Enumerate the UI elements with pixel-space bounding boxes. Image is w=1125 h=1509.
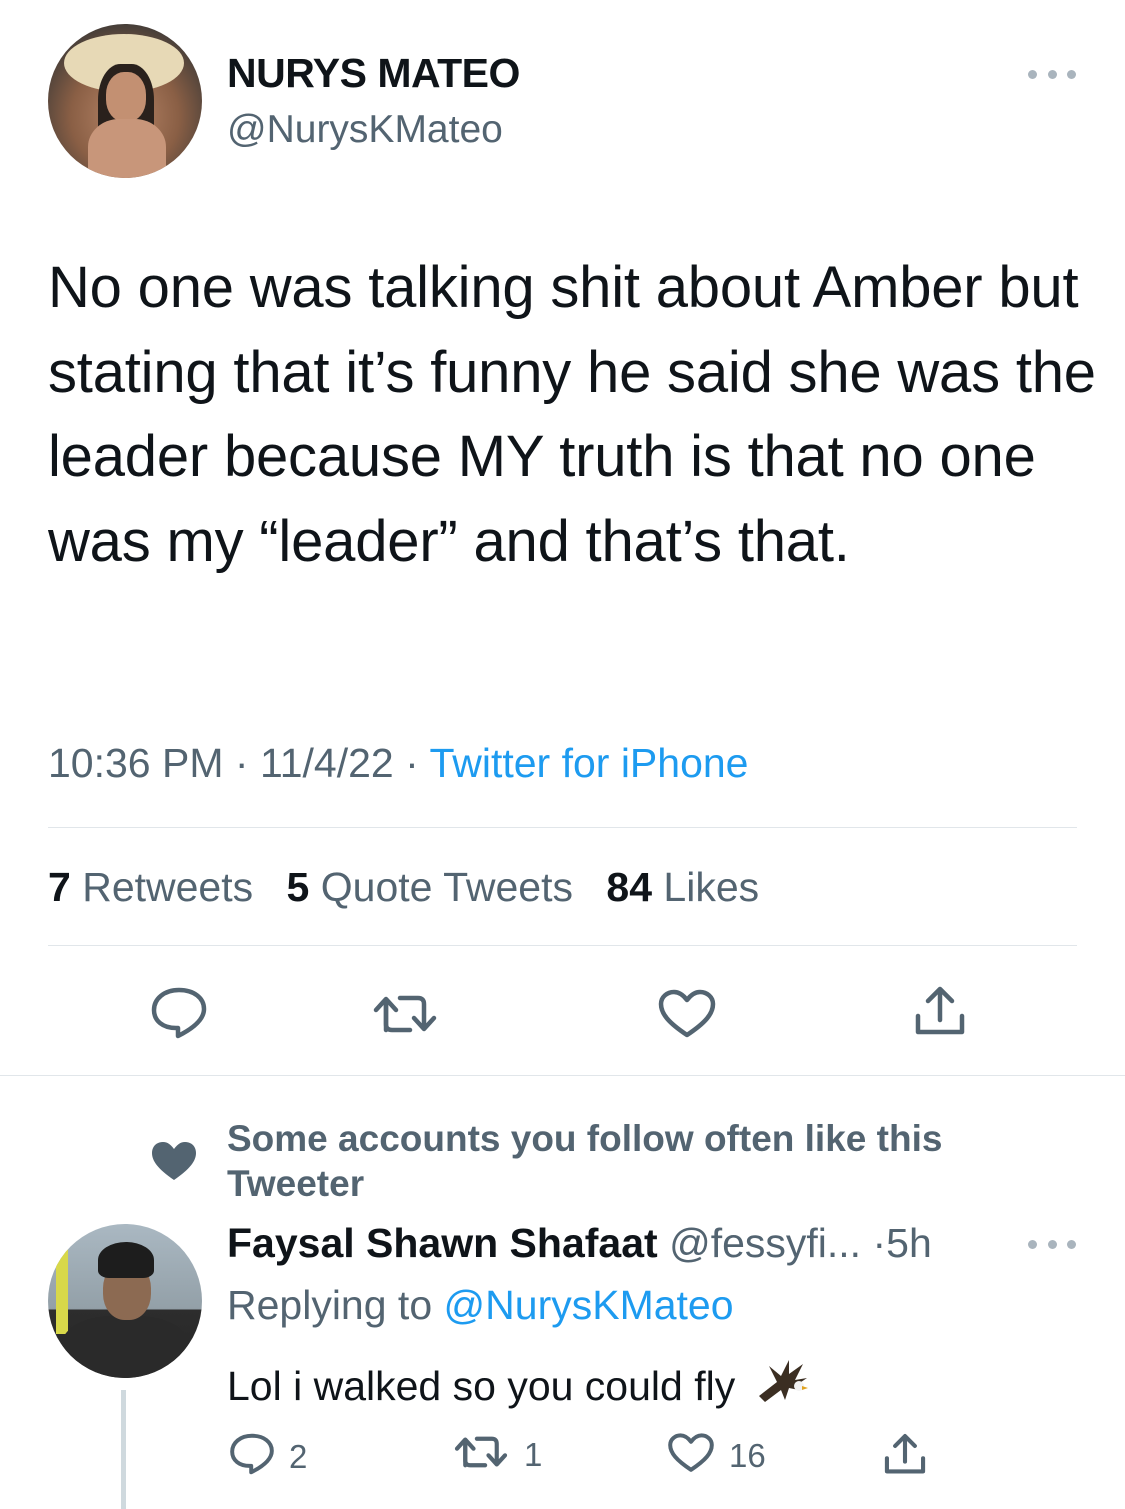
reply-count: 2	[289, 1437, 308, 1475]
like-icon	[667, 1432, 715, 1479]
engagement-stats: 7 Retweets 5 Quote Tweets 84 Likes	[48, 864, 781, 911]
social-context-text: Some accounts you follow often like this…	[227, 1118, 943, 1204]
author-display-name[interactable]: NURYS MATEO	[227, 50, 520, 97]
replying-to-mention[interactable]: @NurysKMateo	[444, 1282, 734, 1328]
tweet-time[interactable]: 10:36 PM	[48, 740, 224, 786]
retweet-count: 1	[524, 1435, 543, 1473]
reply-share-button[interactable]	[882, 1432, 928, 1483]
thread-connector-line	[121, 1390, 126, 1509]
reply-author-handle[interactable]: @fessyfi...	[669, 1220, 861, 1266]
reply-author-name[interactable]: Faysal Shawn Shafaat	[227, 1220, 658, 1266]
like-icon[interactable]	[657, 988, 717, 1040]
retweet-icon	[452, 1432, 510, 1477]
reply-icon[interactable]	[150, 986, 208, 1040]
divider	[48, 945, 1077, 946]
tweet-source-link[interactable]: Twitter for iPhone	[429, 740, 748, 786]
reply-reply-button[interactable]: 2	[229, 1432, 307, 1481]
tweet-text: No one was talking shit about Amber but …	[48, 255, 1096, 574]
retweets-stat[interactable]: 7 Retweets	[48, 864, 253, 910]
like-count: 16	[729, 1436, 766, 1474]
author-handle[interactable]: @NurysKMateo	[227, 108, 503, 152]
reply-icon	[229, 1432, 275, 1481]
heart-icon	[150, 1140, 198, 1187]
eagle-icon	[755, 1356, 813, 1418]
reply-text: Lol i walked so you could fly	[227, 1356, 813, 1418]
reply-header: Faysal Shawn Shafaat @fessyfi... ·5h	[227, 1220, 932, 1266]
more-options-icon[interactable]	[1028, 64, 1076, 84]
tweet-date[interactable]: 11/4/22	[260, 740, 394, 786]
quote-tweets-stat[interactable]: 5 Quote Tweets	[287, 864, 573, 910]
author-avatar[interactable]	[48, 24, 202, 178]
share-icon[interactable]	[912, 984, 968, 1040]
likes-stat[interactable]: 84 Likes	[606, 864, 759, 910]
section-divider	[0, 1075, 1125, 1076]
reply-author-avatar[interactable]	[48, 1224, 202, 1378]
reply-like-button[interactable]: 16	[667, 1432, 766, 1479]
reply-retweet-button[interactable]: 1	[452, 1432, 542, 1477]
share-icon	[882, 1432, 928, 1483]
divider	[48, 827, 1077, 828]
tweet-metadata: 10:36 PM · 11/4/22 · Twitter for iPhone	[48, 740, 749, 786]
reply-more-options-icon[interactable]	[1028, 1234, 1076, 1254]
replying-to: Replying to @NurysKMateo	[227, 1282, 734, 1328]
retweet-icon[interactable]	[370, 990, 440, 1038]
tweet-detail-page: NURYS MATEO @NurysKMateo No one was talk…	[0, 0, 1125, 1509]
reply-age[interactable]: 5h	[886, 1220, 932, 1266]
